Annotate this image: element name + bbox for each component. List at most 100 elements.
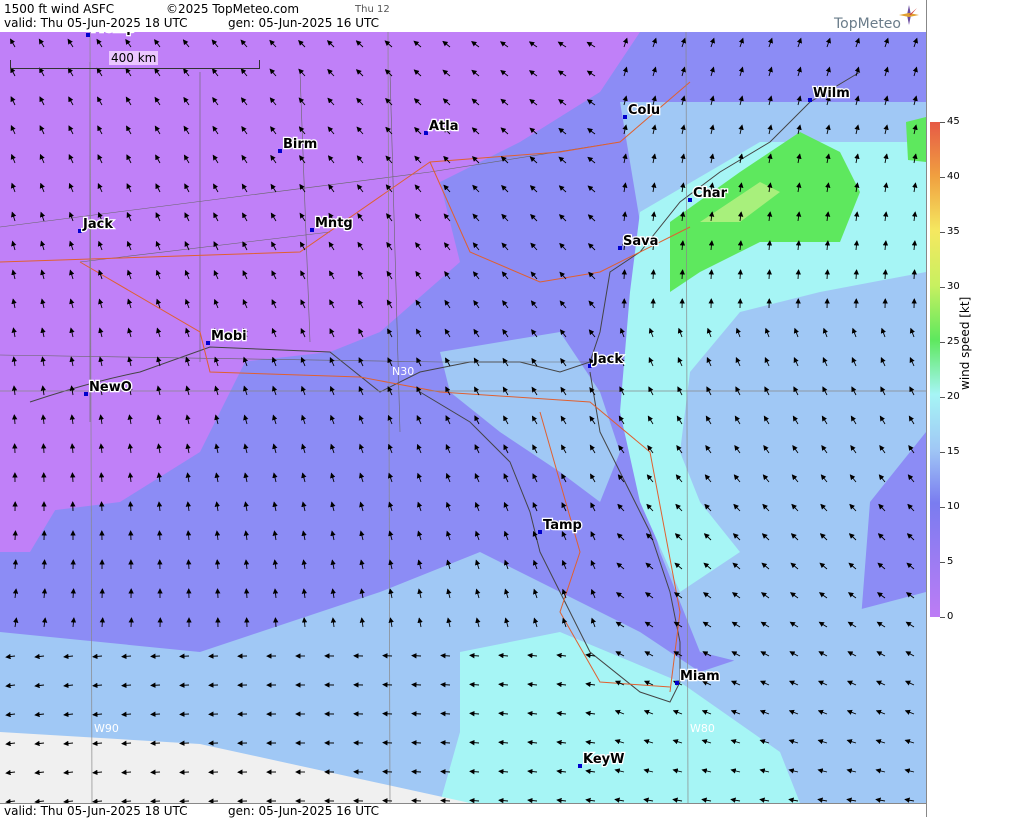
wind-arrow — [43, 444, 44, 453]
city-dot — [808, 98, 812, 102]
city-label: Wilm — [813, 86, 850, 101]
wind-arrow — [102, 502, 103, 511]
city-label: Mobi — [211, 329, 247, 344]
colorbar-tick — [940, 177, 945, 178]
city-label: NewO — [89, 380, 132, 395]
city-dot — [86, 33, 90, 37]
colorbar-tick-label: 35 — [947, 227, 960, 237]
wind-arrow — [151, 714, 160, 715]
wind-arrow — [151, 743, 160, 744]
wind-arrow — [412, 685, 421, 686]
color-legend: 454035302520151050 — [926, 0, 1017, 817]
colorbar-tick-label: 5 — [947, 557, 953, 567]
wind-arrow — [159, 531, 160, 540]
wind-arrow — [653, 270, 654, 279]
wind-arrow — [151, 772, 160, 773]
wind-arrow — [624, 270, 625, 279]
colorbar-tick — [940, 617, 945, 618]
wind-arrow — [188, 560, 189, 569]
city-label: Colu — [628, 103, 660, 118]
header-bar: 1500 ft wind ASFC ©2025 TopMeteo.com Thu… — [0, 0, 926, 33]
colorbar-tick-label: 20 — [947, 392, 960, 402]
wind-arrow — [72, 473, 73, 482]
wind-arrow — [151, 656, 160, 657]
colorbar-tick-label: 10 — [947, 502, 960, 512]
footer-valid-time: valid: Thu 05-Jun-2025 18 UTC — [4, 804, 188, 818]
city-dot — [424, 131, 428, 135]
wind-arrow — [412, 801, 421, 802]
wind-arrow — [412, 656, 421, 657]
wind-arrow — [218, 589, 219, 598]
wind-arrow — [769, 270, 770, 279]
city-label: Memp — [91, 32, 136, 36]
wind-arrow — [441, 655, 450, 656]
city-label: Jack — [592, 352, 623, 367]
lat-label-n30: N30 — [392, 365, 414, 378]
city-label: Jack — [82, 217, 113, 232]
legend-unit: wind speed [kt] — [958, 297, 972, 390]
wind-arrow — [275, 618, 276, 627]
wind-arrow — [44, 560, 45, 569]
city-dot — [206, 341, 210, 345]
city-dot — [588, 364, 592, 368]
compass-logo-icon — [898, 4, 920, 26]
wind-speed-colorbar — [930, 122, 940, 617]
scale-bar: 400 km — [10, 60, 260, 69]
city-dot — [578, 764, 582, 768]
wind-arrow — [798, 270, 799, 279]
colorbar-tick — [940, 232, 945, 233]
wind-arrow — [412, 743, 421, 744]
colorbar-tick — [940, 452, 945, 453]
lon-label-w80: W80 — [690, 722, 715, 735]
city-dot — [278, 149, 282, 153]
city-dot — [538, 530, 542, 534]
colorbar-tick — [940, 507, 945, 508]
city-dot — [675, 681, 679, 685]
wind-arrow — [441, 713, 450, 714]
colorbar-tick — [940, 397, 945, 398]
footer-bar: valid: Thu 05-Jun-2025 18 UTC gen: 05-Ju… — [0, 803, 926, 818]
copyright: ©2025 TopMeteo.com — [166, 2, 299, 16]
colorbar-tick-label: 30 — [947, 282, 960, 292]
city-label: Sava — [623, 234, 658, 249]
city-label: Mntg — [315, 216, 353, 231]
wind-arrow — [151, 685, 160, 686]
wind-arrow — [412, 772, 421, 773]
colorbar-tick-label: 40 — [947, 172, 960, 182]
city-dot — [78, 229, 82, 233]
colorbar-tick — [940, 122, 945, 123]
colorbar-tick-label: 0 — [947, 612, 953, 622]
colorbar-tick-label: 15 — [947, 447, 960, 457]
wind-arrow — [151, 801, 160, 802]
wind-arrow — [15, 531, 16, 540]
city-dot — [310, 228, 314, 232]
wind-arrow — [441, 771, 450, 772]
city-label: Atla — [429, 119, 459, 134]
city-dot — [618, 246, 622, 250]
topmeteo-logo: TopMeteo — [834, 16, 901, 32]
wind-map[interactable]: N30 W90 W80 MempAtlaBirmColuWilmCharJack… — [0, 32, 926, 803]
city-dot — [623, 115, 627, 119]
valid-time: valid: Thu 05-Jun-2025 18 UTC — [4, 16, 188, 30]
wind-arrow — [412, 714, 421, 715]
city-dot — [688, 198, 692, 202]
colorbar-tick — [940, 342, 945, 343]
colorbar-tick — [940, 562, 945, 563]
day-label: Thu 12 — [355, 3, 390, 17]
wind-arrow — [740, 270, 741, 279]
city-label: Miam — [680, 669, 720, 684]
wind-arrow — [914, 270, 915, 279]
colorbar-tick — [940, 287, 945, 288]
city-label: Tamp — [543, 518, 582, 533]
city-label: Char — [693, 186, 728, 201]
footer-generated-time: gen: 05-Jun-2025 16 UTC — [228, 804, 379, 818]
wind-arrow — [73, 589, 74, 598]
wind-arrow — [441, 684, 450, 685]
map-title: 1500 ft wind ASFC — [4, 2, 114, 16]
wind-arrow — [682, 270, 683, 279]
scale-label: 400 km — [109, 51, 158, 65]
wind-arrow — [441, 800, 450, 801]
wind-arrow — [856, 270, 857, 279]
colorbar-tick-label: 45 — [947, 117, 960, 127]
city-label: Birm — [283, 137, 317, 152]
